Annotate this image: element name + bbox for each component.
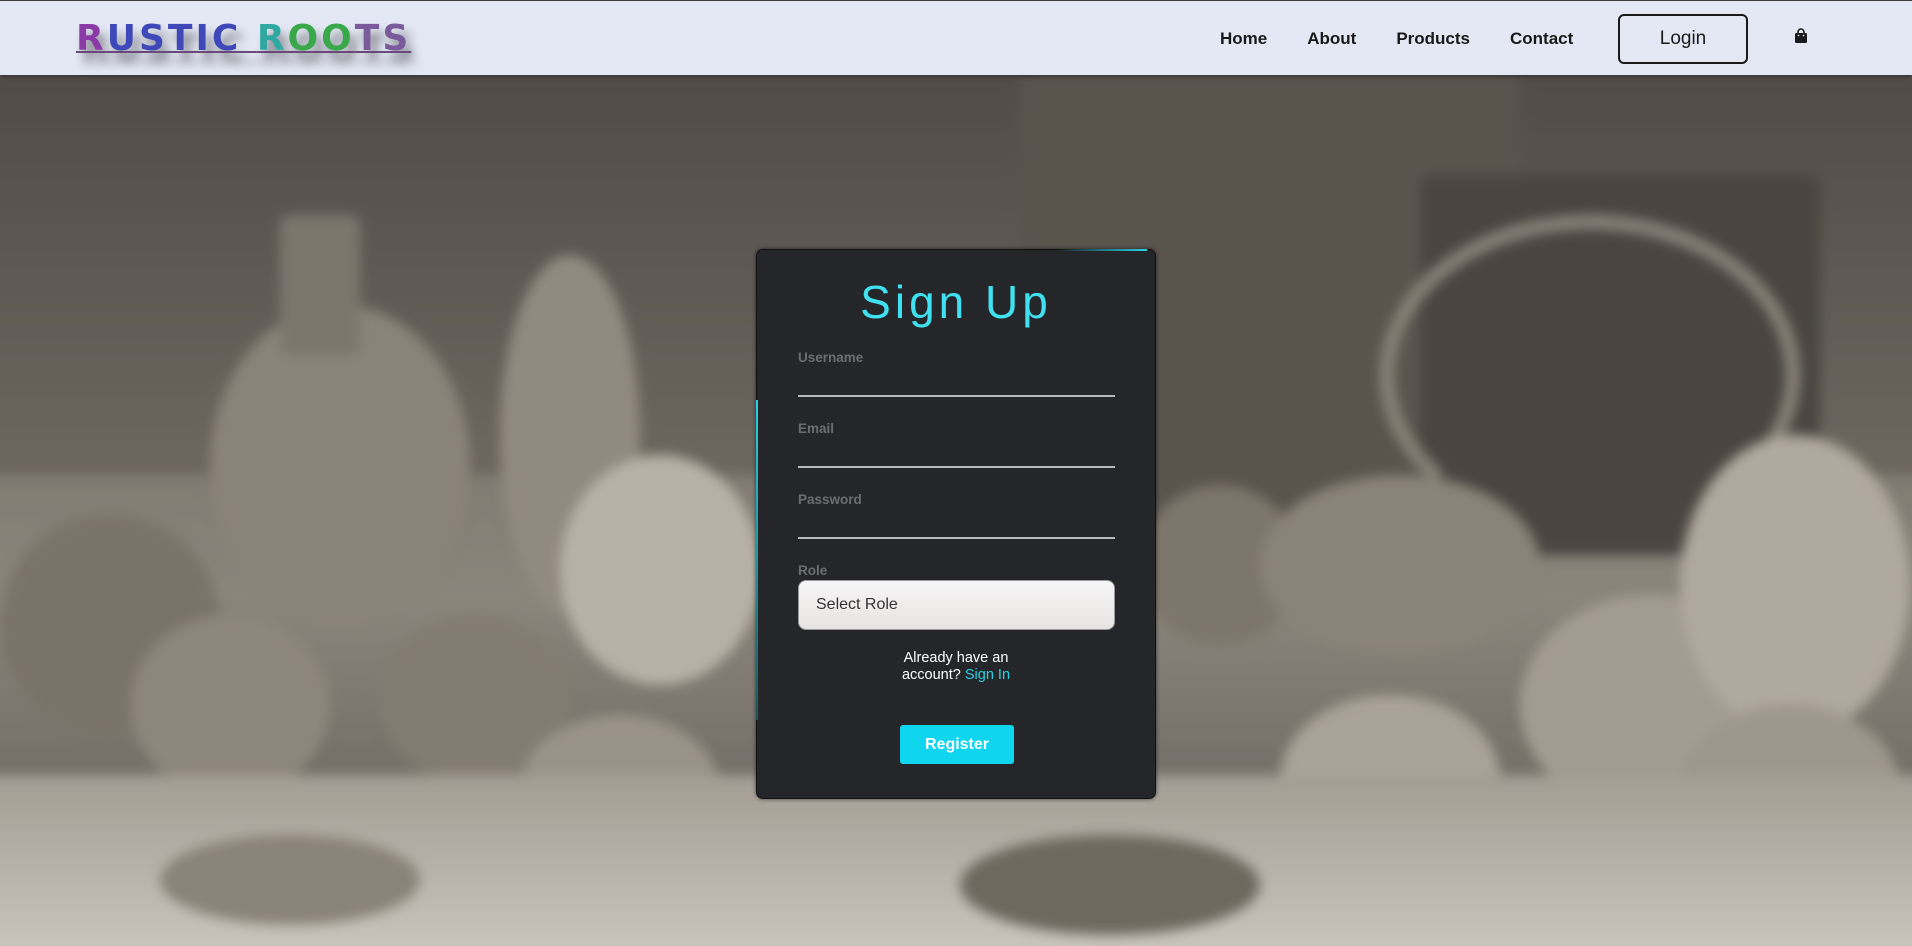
nav-links: Home About Products Contact — [1220, 1, 1573, 76]
email-label: Email — [798, 421, 835, 436]
already-account-text: Already have an account? Sign In — [757, 650, 1155, 684]
brand-logo[interactable]: RUSTIC ROOTS — [76, 21, 411, 57]
signup-title: Sign Up — [860, 276, 1052, 328]
card-accent-line — [1057, 249, 1147, 251]
shopping-bag-icon[interactable] — [1793, 28, 1809, 44]
role-select[interactable]: Select Role — [798, 580, 1115, 630]
role-field-group: Role Select Role — [798, 563, 1115, 630]
nav-link-home[interactable]: Home — [1220, 29, 1267, 49]
sign-in-link[interactable]: Sign In — [965, 667, 1010, 683]
password-input[interactable] — [798, 509, 1115, 539]
username-label: Username — [798, 350, 864, 365]
role-label: Role — [798, 563, 828, 578]
signup-card: Sign Up Username Email Password Role Sel… — [756, 249, 1156, 799]
register-button[interactable]: Register — [900, 725, 1014, 764]
navbar: RUSTIC ROOTS Home About Products Contact… — [0, 0, 1912, 75]
email-field-group: Email — [798, 421, 1115, 468]
password-label: Password — [798, 492, 862, 507]
password-field-group: Password — [798, 492, 1115, 539]
email-input[interactable] — [798, 438, 1115, 468]
nav-link-contact[interactable]: Contact — [1510, 29, 1573, 49]
username-input[interactable] — [798, 367, 1115, 397]
already-text-line2: account? — [901, 667, 961, 683]
nav-link-about[interactable]: About — [1307, 29, 1356, 49]
nav-link-products[interactable]: Products — [1396, 29, 1470, 49]
login-button[interactable]: Login — [1618, 14, 1748, 64]
already-text-line1: Already have an — [903, 650, 1009, 666]
username-field-group: Username — [798, 350, 1115, 397]
